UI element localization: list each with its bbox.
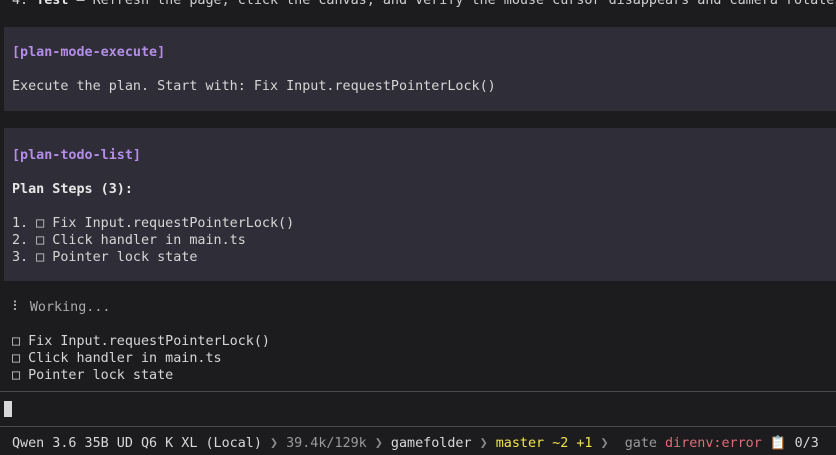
plan-step-3: 3. □ Pointer lock state bbox=[12, 250, 198, 265]
working-indicator: ⠇ Working... bbox=[12, 299, 111, 316]
todo-item-1: □ Fix Input.requestPointerLock() bbox=[12, 334, 270, 349]
separator-icon: ❯ bbox=[471, 436, 496, 451]
git-branch: master ~2 +1 bbox=[495, 436, 593, 451]
todo-progress: 0/3 bbox=[794, 436, 819, 451]
todo-item-2: □ Click handler in main.ts bbox=[12, 351, 222, 366]
separator-icon: ❯ bbox=[366, 436, 391, 451]
spinner-icon: ⠇ bbox=[12, 300, 22, 315]
input-bottom-divider bbox=[0, 426, 836, 427]
plan-steps-heading: Plan Steps (3): bbox=[12, 182, 133, 197]
execute-message: Execute the plan. Start with: Fix Input.… bbox=[12, 79, 496, 94]
step-description: — Refresh the page, click the canvas, an… bbox=[68, 0, 836, 8]
plan-mode-execute-block: [plan-mode-execute] Execute the plan. St… bbox=[4, 27, 836, 111]
gate-label: gate bbox=[624, 436, 657, 451]
working-label: Working... bbox=[29, 300, 111, 315]
separator-icon: ❯ bbox=[261, 436, 287, 451]
folder-name: gamefolder bbox=[390, 436, 472, 451]
plan-todo-list-block: [plan-todo-list] Plan Steps (3): 1. □ Fi… bbox=[4, 128, 836, 281]
clipboard-icon: 📋 bbox=[769, 436, 787, 451]
plan-mode-execute-tag: [plan-mode-execute] bbox=[12, 45, 166, 60]
step-number: 4. bbox=[12, 0, 37, 8]
previous-step-line: 4. Test — Refresh the page, click the ca… bbox=[12, 0, 836, 9]
todo-item-3: □ Pointer lock state bbox=[12, 368, 174, 383]
plan-todo-list-tag: [plan-todo-list] bbox=[12, 148, 141, 163]
status-bar: Qwen 3.6 35B UD Q6 K XL (Local) ❯ 39.4k/… bbox=[12, 435, 819, 452]
model-name: Qwen 3.6 35B UD Q6 K XL (Local) bbox=[12, 436, 262, 451]
plan-step-2: 2. □ Click handler in main.ts bbox=[12, 233, 246, 248]
input-top-divider bbox=[0, 391, 836, 392]
token-usage: 39.4k/129k bbox=[286, 436, 367, 451]
step-title: Test bbox=[36, 0, 69, 8]
direnv-status: direnv:error bbox=[665, 436, 762, 451]
prompt-input-cursor[interactable] bbox=[4, 401, 12, 417]
separator-icon: ❯ bbox=[592, 436, 617, 451]
plan-step-1: 1. □ Fix Input.requestPointerLock() bbox=[12, 216, 295, 231]
